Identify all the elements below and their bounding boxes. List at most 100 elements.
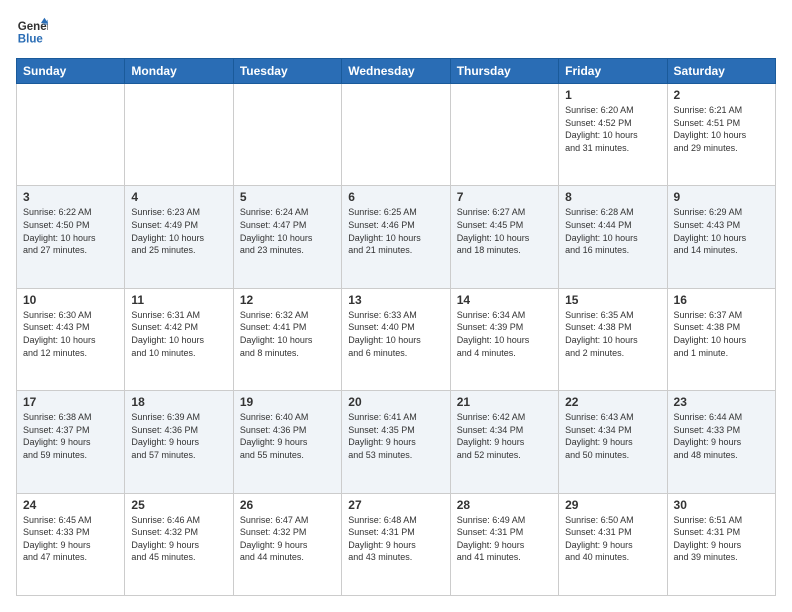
calendar-cell: 16 Sunrise: 6:37 AM Sunset: 4:38 PM Dayli… — [667, 288, 775, 390]
calendar-cell: 29 Sunrise: 6:50 AM Sunset: 4:31 PM Dayli… — [559, 493, 667, 595]
day-number: 14 — [457, 293, 552, 307]
day-number: 13 — [348, 293, 443, 307]
calendar-cell: 1 Sunrise: 6:20 AM Sunset: 4:52 PM Daylig… — [559, 84, 667, 186]
calendar-cell: 30 Sunrise: 6:51 AM Sunset: 4:31 PM Dayli… — [667, 493, 775, 595]
day-info: Sunrise: 6:43 AM Sunset: 4:34 PM Dayligh… — [565, 411, 660, 461]
day-info: Sunrise: 6:22 AM Sunset: 4:50 PM Dayligh… — [23, 206, 118, 256]
calendar-cell: 21Sunrise: 6:42 AM Sunset: 4:34 PM Dayli… — [450, 391, 558, 493]
day-info: Sunrise: 6:40 AM Sunset: 4:36 PM Dayligh… — [240, 411, 335, 461]
day-info: Sunrise: 6:28 AM Sunset: 4:44 PM Dayligh… — [565, 206, 660, 256]
day-info: Sunrise: 6:35 AM Sunset: 4:38 PM Dayligh… — [565, 309, 660, 359]
day-number: 1 — [565, 88, 660, 102]
calendar-cell: 14 Sunrise: 6:34 AM Sunset: 4:39 PM Dayli… — [450, 288, 558, 390]
day-info: Sunrise: 6:34 AM Sunset: 4:39 PM Dayligh… — [457, 309, 552, 359]
day-number: 3 — [23, 190, 118, 204]
day-info: Sunrise: 6:45 AM Sunset: 4:33 PM Dayligh… — [23, 514, 118, 564]
day-info: Sunrise: 6:38 AM Sunset: 4:37 PM Dayligh… — [23, 411, 118, 461]
calendar-week-3: 17 Sunrise: 6:38 AM Sunset: 4:37 PM Dayli… — [17, 391, 776, 493]
weekday-header-saturday: Saturday — [667, 59, 775, 84]
calendar-cell: 19 Sunrise: 6:40 AM Sunset: 4:36 PM Dayli… — [233, 391, 341, 493]
calendar-cell — [342, 84, 450, 186]
day-number: 17 — [23, 395, 118, 409]
calendar-cell: 5 Sunrise: 6:24 AM Sunset: 4:47 PM Daylig… — [233, 186, 341, 288]
calendar-cell: 9Sunrise: 6:29 AM Sunset: 4:43 PM Daylig… — [667, 186, 775, 288]
day-info: Sunrise: 6:32 AM Sunset: 4:41 PM Dayligh… — [240, 309, 335, 359]
day-info: Sunrise: 6:21 AM Sunset: 4:51 PM Dayligh… — [674, 104, 769, 154]
calendar-week-0: 1 Sunrise: 6:20 AM Sunset: 4:52 PM Daylig… — [17, 84, 776, 186]
calendar-cell: 12 Sunrise: 6:32 AM Sunset: 4:41 PM Dayli… — [233, 288, 341, 390]
weekday-header-friday: Friday — [559, 59, 667, 84]
calendar-week-4: 24 Sunrise: 6:45 AM Sunset: 4:33 PM Dayli… — [17, 493, 776, 595]
day-number: 22 — [565, 395, 660, 409]
weekday-header-thursday: Thursday — [450, 59, 558, 84]
weekday-header-monday: Monday — [125, 59, 233, 84]
calendar-cell: 24 Sunrise: 6:45 AM Sunset: 4:33 PM Dayli… — [17, 493, 125, 595]
day-info: Sunrise: 6:39 AM Sunset: 4:36 PM Dayligh… — [131, 411, 226, 461]
day-number: 6 — [348, 190, 443, 204]
calendar-week-2: 10Sunrise: 6:30 AM Sunset: 4:43 PM Dayli… — [17, 288, 776, 390]
calendar-cell: 23 Sunrise: 6:44 AM Sunset: 4:33 PM Dayli… — [667, 391, 775, 493]
day-info: Sunrise: 6:25 AM Sunset: 4:46 PM Dayligh… — [348, 206, 443, 256]
day-info: Sunrise: 6:20 AM Sunset: 4:52 PM Dayligh… — [565, 104, 660, 154]
day-info: Sunrise: 6:30 AM Sunset: 4:43 PM Dayligh… — [23, 309, 118, 359]
weekday-header-wednesday: Wednesday — [342, 59, 450, 84]
calendar-cell — [233, 84, 341, 186]
day-info: Sunrise: 6:51 AM Sunset: 4:31 PM Dayligh… — [674, 514, 769, 564]
logo-icon: General Blue — [16, 16, 48, 48]
day-number: 11 — [131, 293, 226, 307]
page: General Blue SundayMondayTuesdayWednesda… — [0, 0, 792, 612]
day-info: Sunrise: 6:50 AM Sunset: 4:31 PM Dayligh… — [565, 514, 660, 564]
day-info: Sunrise: 6:46 AM Sunset: 4:32 PM Dayligh… — [131, 514, 226, 564]
calendar-cell — [125, 84, 233, 186]
calendar-cell: 28 Sunrise: 6:49 AM Sunset: 4:31 PM Dayli… — [450, 493, 558, 595]
calendar-cell: 6 Sunrise: 6:25 AM Sunset: 4:46 PM Daylig… — [342, 186, 450, 288]
logo: General Blue — [16, 16, 48, 48]
day-number: 18 — [131, 395, 226, 409]
day-number: 16 — [674, 293, 769, 307]
weekday-header-tuesday: Tuesday — [233, 59, 341, 84]
day-info: Sunrise: 6:24 AM Sunset: 4:47 PM Dayligh… — [240, 206, 335, 256]
day-number: 30 — [674, 498, 769, 512]
calendar-cell: 25Sunrise: 6:46 AM Sunset: 4:32 PM Dayli… — [125, 493, 233, 595]
day-number: 8 — [565, 190, 660, 204]
weekday-header-sunday: Sunday — [17, 59, 125, 84]
day-info: Sunrise: 6:33 AM Sunset: 4:40 PM Dayligh… — [348, 309, 443, 359]
day-number: 24 — [23, 498, 118, 512]
day-info: Sunrise: 6:41 AM Sunset: 4:35 PM Dayligh… — [348, 411, 443, 461]
day-info: Sunrise: 6:44 AM Sunset: 4:33 PM Dayligh… — [674, 411, 769, 461]
day-number: 12 — [240, 293, 335, 307]
day-number: 7 — [457, 190, 552, 204]
calendar-cell: 8 Sunrise: 6:28 AM Sunset: 4:44 PM Daylig… — [559, 186, 667, 288]
calendar-cell: 27Sunrise: 6:48 AM Sunset: 4:31 PM Dayli… — [342, 493, 450, 595]
day-info: Sunrise: 6:47 AM Sunset: 4:32 PM Dayligh… — [240, 514, 335, 564]
header: General Blue — [16, 16, 776, 48]
calendar-cell: 15Sunrise: 6:35 AM Sunset: 4:38 PM Dayli… — [559, 288, 667, 390]
calendar-cell: 11 Sunrise: 6:31 AM Sunset: 4:42 PM Dayli… — [125, 288, 233, 390]
calendar-cell: 20 Sunrise: 6:41 AM Sunset: 4:35 PM Dayli… — [342, 391, 450, 493]
day-number: 4 — [131, 190, 226, 204]
calendar-cell: 7 Sunrise: 6:27 AM Sunset: 4:45 PM Daylig… — [450, 186, 558, 288]
day-number: 29 — [565, 498, 660, 512]
day-number: 5 — [240, 190, 335, 204]
svg-text:Blue: Blue — [18, 34, 44, 46]
calendar-cell: 18 Sunrise: 6:39 AM Sunset: 4:36 PM Dayli… — [125, 391, 233, 493]
calendar-cell: 26Sunrise: 6:47 AM Sunset: 4:32 PM Dayli… — [233, 493, 341, 595]
day-info: Sunrise: 6:49 AM Sunset: 4:31 PM Dayligh… — [457, 514, 552, 564]
day-number: 28 — [457, 498, 552, 512]
calendar-cell — [17, 84, 125, 186]
day-info: Sunrise: 6:23 AM Sunset: 4:49 PM Dayligh… — [131, 206, 226, 256]
day-number: 20 — [348, 395, 443, 409]
day-number: 19 — [240, 395, 335, 409]
calendar-cell: 22 Sunrise: 6:43 AM Sunset: 4:34 PM Dayli… — [559, 391, 667, 493]
day-number: 2 — [674, 88, 769, 102]
day-info: Sunrise: 6:31 AM Sunset: 4:42 PM Dayligh… — [131, 309, 226, 359]
day-info: Sunrise: 6:37 AM Sunset: 4:38 PM Dayligh… — [674, 309, 769, 359]
day-number: 9 — [674, 190, 769, 204]
calendar-week-1: 3 Sunrise: 6:22 AM Sunset: 4:50 PM Daylig… — [17, 186, 776, 288]
day-info: Sunrise: 6:27 AM Sunset: 4:45 PM Dayligh… — [457, 206, 552, 256]
calendar-cell: 17 Sunrise: 6:38 AM Sunset: 4:37 PM Dayli… — [17, 391, 125, 493]
calendar-cell: 2 Sunrise: 6:21 AM Sunset: 4:51 PM Daylig… — [667, 84, 775, 186]
calendar-cell — [450, 84, 558, 186]
calendar-table: SundayMondayTuesdayWednesdayThursdayFrid… — [16, 58, 776, 596]
day-number: 23 — [674, 395, 769, 409]
